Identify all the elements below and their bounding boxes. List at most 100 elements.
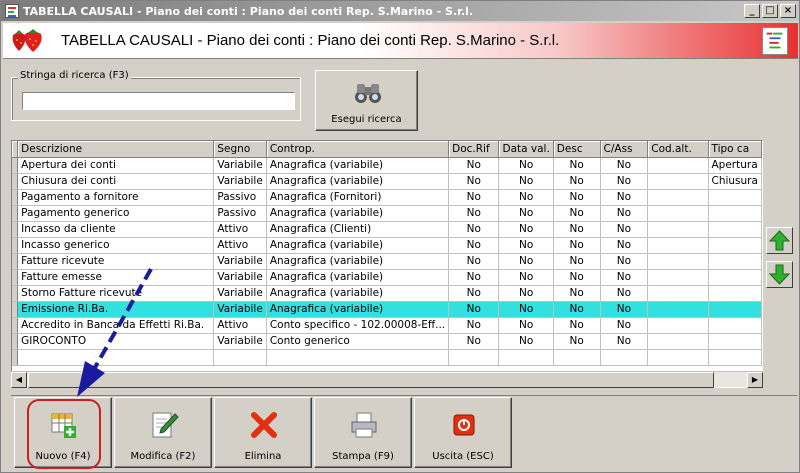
table-cell[interactable]: No [600, 221, 649, 238]
table-cell[interactable]: Apertura dei conti [17, 157, 215, 174]
table-cell[interactable]: No [553, 237, 601, 254]
table-cell[interactable]: Anagrafica (variabile) [266, 285, 450, 302]
table-cell[interactable]: No [448, 157, 500, 174]
table-cell[interactable] [647, 157, 709, 174]
column-header[interactable]: Data val. [498, 141, 554, 158]
table-cell[interactable] [647, 301, 709, 318]
table-cell[interactable]: Variabile [213, 333, 267, 350]
table-cell[interactable]: No [553, 173, 601, 190]
table-cell[interactable]: Incasso generico [17, 237, 215, 254]
table-cell[interactable]: Accredito in Banca da Effetti Ri.Ba. [17, 317, 215, 334]
table-cell[interactable]: No [600, 157, 649, 174]
table-cell[interactable]: No [498, 253, 554, 270]
table-cell[interactable]: No [553, 189, 601, 206]
table-cell[interactable] [647, 333, 709, 350]
table-cell[interactable]: No [600, 333, 649, 350]
table-cell[interactable]: GIROCONTO [17, 333, 215, 350]
table-cell[interactable]: No [600, 285, 649, 302]
table-cell[interactable]: Anagrafica (variabile) [266, 173, 450, 190]
table-cell[interactable]: Emissione Ri.Ba. [17, 301, 215, 318]
table-cell[interactable]: Variabile [213, 253, 267, 270]
table-cell[interactable]: No [448, 333, 500, 350]
table-row[interactable]: Apertura dei conti Variabile Anagrafica (v… [12, 157, 762, 174]
table-cell[interactable] [647, 269, 709, 286]
table-row[interactable]: Pagamento generico Passivo Anagrafica (var… [12, 205, 762, 222]
table-cell[interactable]: Passivo [213, 189, 267, 206]
table-cell[interactable]: No [553, 317, 601, 334]
table-cell[interactable]: No [600, 237, 649, 254]
table-cell[interactable] [647, 189, 709, 206]
column-header[interactable]: Controp. [266, 141, 450, 158]
table-cell[interactable]: Storno Fatture ricevute [17, 285, 215, 302]
table-cell[interactable]: No [553, 253, 601, 270]
table-cell[interactable]: No [448, 205, 500, 222]
table-cell[interactable]: Variabile [213, 269, 267, 286]
table-cell[interactable]: Attivo [213, 221, 267, 238]
table-row[interactable]: Incasso generico Attivo Anagrafica (variab… [12, 237, 762, 254]
table-cell[interactable]: No [553, 333, 601, 350]
delete-button[interactable]: Elimina [214, 397, 312, 468]
column-header[interactable]: Descrizione [17, 141, 215, 158]
minimize-button[interactable]: _ [744, 4, 760, 18]
table-cell[interactable]: No [600, 269, 649, 286]
table-cell[interactable] [708, 269, 762, 286]
table-cell[interactable]: No [448, 253, 500, 270]
search-input[interactable] [22, 92, 295, 110]
table-cell[interactable]: Anagrafica (Clienti) [266, 221, 450, 238]
table-row[interactable]: Accredito in Banca da Effetti Ri.Ba. Atti… [12, 317, 762, 334]
table-cell[interactable]: Anagrafica (variabile) [266, 157, 450, 174]
table-cell[interactable]: Anagrafica (Fornitori) [266, 189, 450, 206]
table-cell[interactable]: No [553, 301, 601, 318]
scroll-left-icon[interactable]: ◀ [11, 372, 27, 388]
table-cell[interactable]: No [498, 269, 554, 286]
table-cell[interactable]: Anagrafica (variabile) [266, 269, 450, 286]
table-cell[interactable]: No [498, 189, 554, 206]
table-cell[interactable] [708, 317, 762, 334]
table-cell[interactable]: Chiusura [708, 173, 762, 190]
table-cell[interactable]: No [600, 253, 649, 270]
scroll-right-icon[interactable]: ▶ [747, 372, 763, 388]
table-cell[interactable]: Anagrafica (variabile) [266, 301, 450, 318]
table-cell[interactable]: No [600, 317, 649, 334]
table-cell[interactable] [708, 253, 762, 270]
maximize-button[interactable]: □ [762, 4, 778, 18]
table-cell[interactable]: No [448, 189, 500, 206]
table-cell[interactable]: No [498, 301, 554, 318]
table-cell[interactable]: Conto generico [266, 333, 450, 350]
table-row[interactable]: Chiusura dei conti Variabile Anagrafica (v… [12, 173, 762, 190]
table-cell[interactable] [647, 237, 709, 254]
close-button[interactable]: × [780, 4, 796, 18]
exit-button[interactable]: Uscita (ESC) [414, 397, 512, 468]
move-down-button[interactable] [766, 261, 793, 288]
table-cell[interactable] [708, 221, 762, 238]
table-cell[interactable]: No [498, 205, 554, 222]
table-row[interactable]: Storno Fatture ricevute Variabile Anagrafi… [12, 285, 762, 302]
column-header[interactable]: Doc.Rif [448, 141, 500, 158]
column-header[interactable]: Tipo ca [708, 141, 762, 158]
table-cell[interactable]: No [498, 317, 554, 334]
table-row[interactable]: GIROCONTO Variabile Conto generico No No No No [12, 333, 762, 350]
table-cell[interactable] [647, 253, 709, 270]
table-row[interactable]: Emissione Ri.Ba. Variabile Anagrafica (var… [12, 301, 762, 318]
table-row[interactable]: Incasso da cliente Attivo Anagrafica (Clie… [12, 221, 762, 238]
table-cell[interactable]: Chiusura dei conti [17, 173, 215, 190]
table-cell[interactable]: Pagamento a fornitore [17, 189, 215, 206]
table-cell[interactable]: Conto specifico - 102.00008-Eff... [266, 317, 450, 334]
table-cell[interactable] [647, 205, 709, 222]
table-cell[interactable]: No [448, 173, 500, 190]
table-cell[interactable]: Attivo [213, 237, 267, 254]
causali-grid[interactable]: Descrizione Segno Controp. Doc.Rif Data … [11, 140, 763, 388]
table-cell[interactable] [647, 317, 709, 334]
table-cell[interactable]: Apertura [708, 157, 762, 174]
table-cell[interactable]: Anagrafica (variabile) [266, 205, 450, 222]
table-cell[interactable]: Fatture ricevute [17, 253, 215, 270]
table-cell[interactable]: No [600, 189, 649, 206]
table-cell[interactable]: No [553, 221, 601, 238]
table-cell[interactable]: Fatture emesse [17, 269, 215, 286]
table-cell[interactable]: No [600, 205, 649, 222]
edit-button[interactable]: Modifica (F2) [114, 397, 212, 468]
table-cell[interactable] [708, 205, 762, 222]
table-cell[interactable]: Incasso da cliente [17, 221, 215, 238]
table-row[interactable]: Fatture emesse Variabile Anagrafica (varia… [12, 269, 762, 286]
table-cell[interactable] [708, 301, 762, 318]
